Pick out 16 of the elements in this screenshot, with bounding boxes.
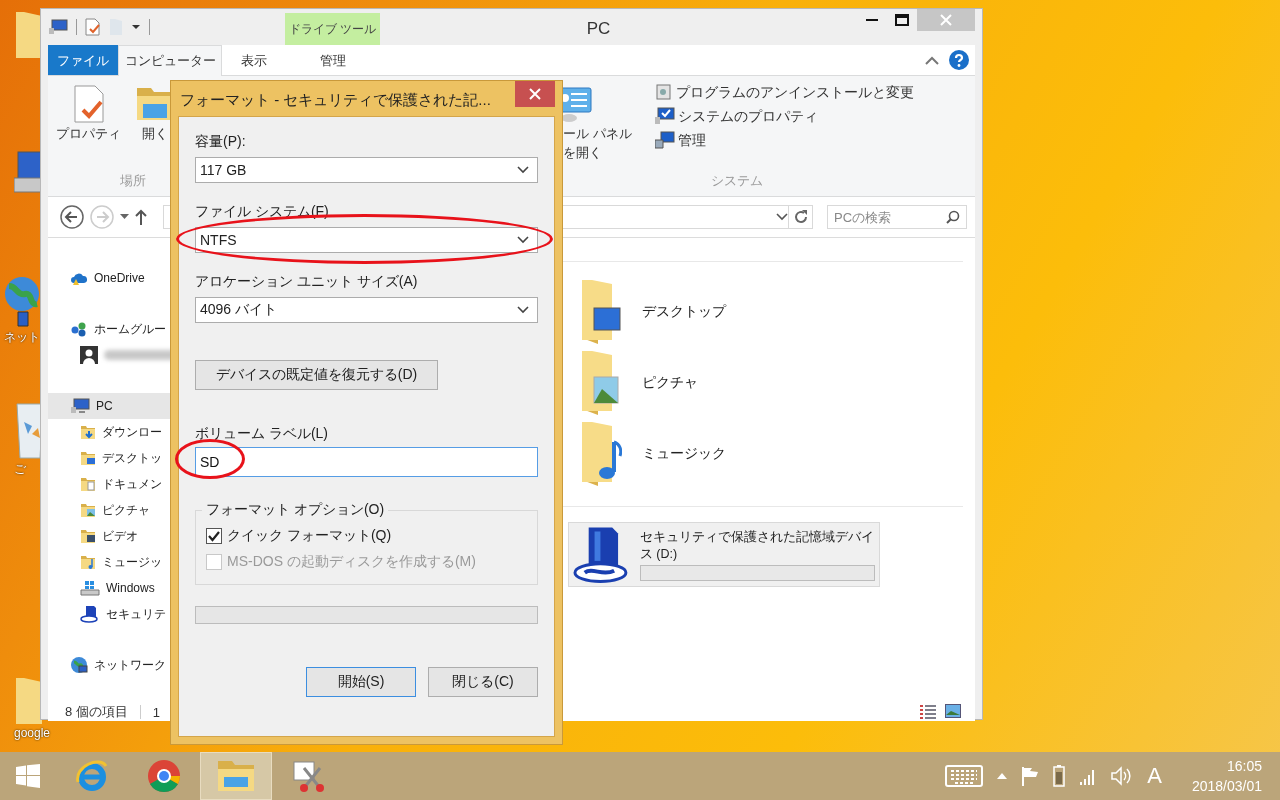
item-count: 8 個の項目 bbox=[65, 703, 128, 721]
field-label: アロケーション ユニット サイズ(A) bbox=[195, 272, 419, 291]
field-label: 容量(P): bbox=[195, 132, 247, 151]
checkbox-option: MS-DOS の起動ディスクを作成する(M) bbox=[206, 549, 527, 575]
ribbon-group-label: 場所 bbox=[119, 172, 147, 190]
dropdown-value: 117 GB bbox=[200, 162, 247, 178]
group-title: フォーマット オプション(O) bbox=[205, 501, 386, 519]
status-text: 1 bbox=[152, 704, 161, 720]
field-label: ボリューム ラベル(L) bbox=[195, 424, 329, 443]
dropdown-value: 4096 バイト bbox=[200, 301, 278, 319]
dropdown-value: NTFS bbox=[200, 232, 237, 248]
dialog-title: フォーマット - セキュリティで保護された記... bbox=[179, 90, 492, 110]
ribbon-group-label: システム bbox=[709, 172, 764, 190]
tool-tab-group-header: ドライブ ツール bbox=[285, 13, 380, 45]
window-title: PC bbox=[585, 18, 612, 40]
drive-name: セキュリティで保護された記憶域デバイス (D:) bbox=[639, 528, 875, 563]
